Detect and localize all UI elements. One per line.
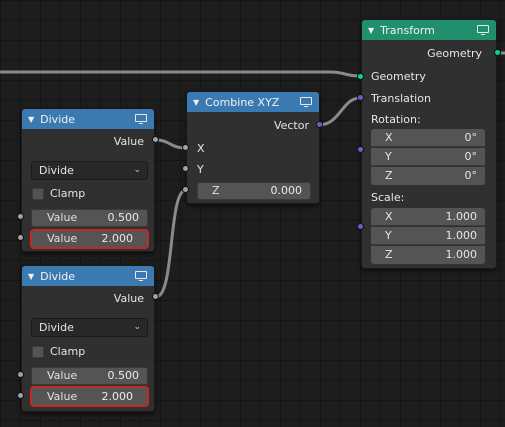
preview-icon[interactable] bbox=[477, 25, 489, 35]
output-value-label: Value bbox=[113, 135, 144, 148]
rotation-label: Rotation: bbox=[371, 113, 421, 126]
rotation-y-field[interactable]: Y 0° bbox=[371, 148, 485, 166]
divide-node-2[interactable]: ▼ Divide Value Divide ⌄ Clamp Value 0.50… bbox=[21, 265, 155, 412]
link-divide2-to-y bbox=[154, 188, 188, 299]
field-value: 2.000 bbox=[101, 390, 134, 403]
divide2-value1-socket[interactable] bbox=[17, 371, 24, 378]
value-field-2-highlighted[interactable]: Value 2.000 bbox=[30, 386, 149, 407]
axis-label: X bbox=[385, 131, 393, 144]
z-input-socket[interactable] bbox=[182, 186, 189, 193]
clamp-checkbox[interactable] bbox=[32, 188, 44, 200]
output-label: Geometry bbox=[427, 47, 482, 60]
divide-node-1[interactable]: ▼ Divide Value Divide ⌄ Clamp Value 0.50… bbox=[21, 108, 155, 252]
scale-x-field[interactable]: X 1.000 bbox=[371, 208, 485, 226]
axis-label: Y bbox=[385, 229, 392, 242]
geometry-output-socket[interactable] bbox=[494, 49, 501, 56]
preview-icon[interactable] bbox=[135, 271, 147, 281]
link-geometry-in bbox=[0, 70, 362, 78]
field-value: 0.500 bbox=[107, 211, 140, 224]
axis-value: 0° bbox=[464, 131, 478, 144]
translation-input-socket[interactable] bbox=[357, 94, 364, 101]
transform-node[interactable]: ▼ Transform Geometry Geometry Translatio… bbox=[361, 19, 497, 269]
node-title: Divide bbox=[40, 269, 75, 283]
axis-label: Y bbox=[385, 150, 392, 163]
value-field-1[interactable]: Value 0.500 bbox=[31, 209, 148, 227]
z-input-field[interactable]: Z 0.000 bbox=[197, 182, 311, 200]
collapse-arrow-icon[interactable]: ▼ bbox=[368, 26, 374, 35]
divide2-value2-socket[interactable] bbox=[17, 392, 24, 399]
field-value: 2.000 bbox=[101, 232, 134, 245]
preview-icon[interactable] bbox=[135, 114, 147, 124]
dropdown-value: Divide bbox=[39, 164, 74, 177]
link-vector-to-translation bbox=[317, 96, 362, 127]
operation-dropdown[interactable]: Divide ⌄ bbox=[31, 318, 148, 337]
value-field-1[interactable]: Value 0.500 bbox=[31, 367, 148, 385]
axis-label: Z bbox=[385, 248, 393, 261]
collapse-arrow-icon[interactable]: ▼ bbox=[28, 115, 34, 124]
divide1-value1-socket[interactable] bbox=[17, 213, 24, 220]
x-input-socket[interactable] bbox=[182, 144, 189, 151]
axis-label: Z bbox=[385, 169, 393, 182]
axis-value: 0° bbox=[464, 169, 478, 182]
transform-node-header[interactable]: ▼ Transform bbox=[362, 20, 496, 40]
clamp-label: Clamp bbox=[50, 345, 86, 358]
rotation-input-socket[interactable] bbox=[357, 146, 364, 153]
output-vector-label: Vector bbox=[273, 119, 309, 132]
divide1-value2-socket[interactable] bbox=[17, 234, 24, 241]
axis-value: 1.000 bbox=[445, 210, 478, 223]
axis-value: 1.000 bbox=[445, 229, 478, 242]
vector-output-socket[interactable] bbox=[316, 121, 323, 128]
divide2-output-socket[interactable] bbox=[152, 293, 159, 300]
scale-label: Scale: bbox=[371, 191, 405, 204]
scale-y-field[interactable]: Y 1.000 bbox=[371, 227, 485, 245]
axis-value: 1.000 bbox=[445, 248, 478, 261]
node-title: Transform bbox=[380, 23, 435, 37]
input-translation-label: Translation bbox=[371, 92, 431, 105]
rotation-x-field[interactable]: X 0° bbox=[371, 129, 485, 147]
collapse-arrow-icon[interactable]: ▼ bbox=[193, 98, 199, 107]
divide-node-2-header[interactable]: ▼ Divide bbox=[22, 266, 154, 286]
field-value: 0.000 bbox=[270, 184, 303, 197]
node-title: Divide bbox=[40, 112, 75, 126]
chevron-down-icon: ⌄ bbox=[133, 165, 141, 175]
node-title: Combine XYZ bbox=[205, 95, 280, 109]
divide-node-1-header[interactable]: ▼ Divide bbox=[22, 109, 154, 129]
combine-xyz-node[interactable]: ▼ Combine XYZ Vector X Y Z 0.000 bbox=[186, 91, 320, 204]
geometry-input-socket[interactable] bbox=[357, 73, 364, 80]
output-value-label: Value bbox=[113, 292, 144, 305]
clamp-label: Clamp bbox=[50, 187, 86, 200]
y-input-socket[interactable] bbox=[182, 165, 189, 172]
field-value: 0.500 bbox=[107, 369, 140, 382]
operation-dropdown[interactable]: Divide ⌄ bbox=[31, 161, 148, 180]
preview-icon[interactable] bbox=[300, 97, 312, 107]
axis-label: X bbox=[385, 210, 393, 223]
value-field-2-highlighted[interactable]: Value 2.000 bbox=[30, 229, 149, 249]
input-y-label: Y bbox=[197, 163, 204, 176]
input-geometry-label: Geometry bbox=[371, 70, 426, 83]
clamp-checkbox[interactable] bbox=[32, 346, 44, 358]
input-x-label: X bbox=[197, 142, 205, 155]
dropdown-value: Divide bbox=[39, 321, 74, 334]
axis-value: 0° bbox=[464, 150, 478, 163]
scale-input-socket[interactable] bbox=[357, 223, 364, 230]
scale-z-field[interactable]: Z 1.000 bbox=[371, 246, 485, 264]
chevron-down-icon: ⌄ bbox=[133, 322, 141, 332]
collapse-arrow-icon[interactable]: ▼ bbox=[28, 272, 34, 281]
combine-xyz-node-header[interactable]: ▼ Combine XYZ bbox=[187, 92, 319, 112]
divide1-output-socket[interactable] bbox=[152, 136, 159, 143]
rotation-z-field[interactable]: Z 0° bbox=[371, 167, 485, 185]
